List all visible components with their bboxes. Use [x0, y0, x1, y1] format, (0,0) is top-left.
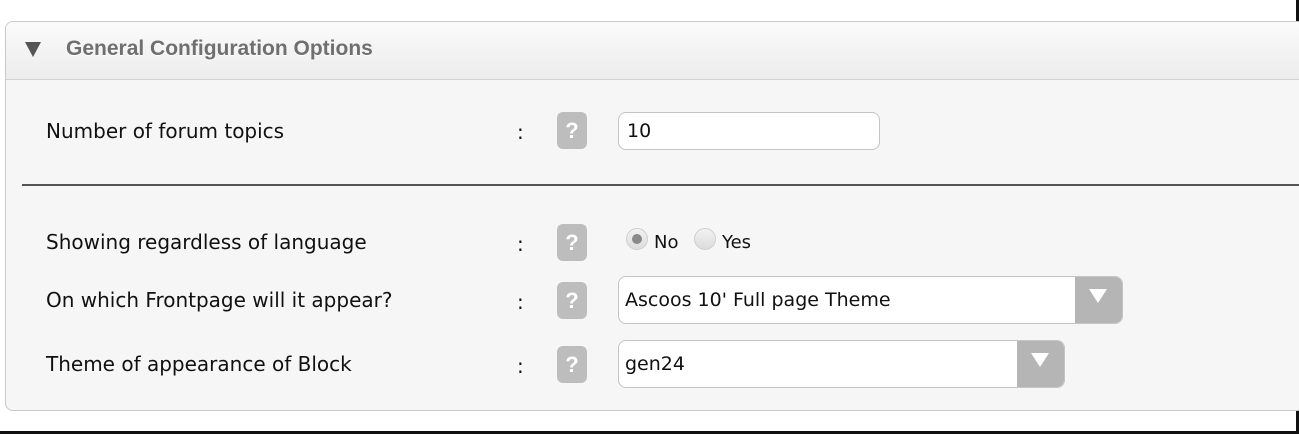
radio-no-label: No [654, 232, 679, 253]
help-question-icon[interactable]: ? [557, 282, 587, 319]
regardless-language-label: Showing regardless of language [46, 230, 367, 254]
colon: : [517, 232, 524, 256]
radio-yes[interactable] [694, 228, 716, 250]
dropdown-arrow-icon[interactable] [1075, 277, 1122, 323]
help-question-icon[interactable]: ? [557, 112, 587, 149]
radio-no[interactable] [626, 228, 648, 250]
frontpage-label: On which Frontpage will it appear? [46, 288, 393, 312]
help-question-icon[interactable]: ? [557, 346, 587, 383]
row-forum-topics: Number of forum topics : ? 10 [6, 110, 1299, 152]
row-frontpage: On which Frontpage will it appear? : ? A… [6, 276, 1299, 324]
panel-header[interactable]: General Configuration Options [6, 22, 1299, 80]
panel-title: General Configuration Options [66, 37, 373, 60]
dropdown-arrow-icon[interactable] [1017, 341, 1064, 387]
colon: : [517, 120, 524, 144]
colon: : [517, 290, 524, 314]
collapse-triangle-icon[interactable] [25, 40, 41, 58]
frontpage-select[interactable]: Ascoos 10' Full page Theme [618, 276, 1123, 324]
block-theme-selected-value: gen24 [625, 353, 685, 375]
row-block-theme: Theme of appearance of Block : ? gen24 [6, 340, 1299, 388]
radio-selected-dot [632, 234, 642, 244]
block-theme-label: Theme of appearance of Block [46, 352, 352, 376]
block-theme-select[interactable]: gen24 [618, 340, 1065, 388]
row-regardless-language: Showing regardless of language : ? No Ye… [6, 222, 1299, 264]
colon: : [517, 354, 524, 378]
forum-topics-label: Number of forum topics [46, 119, 285, 143]
forum-topics-input[interactable]: 10 [618, 112, 880, 150]
section-divider [22, 184, 1299, 186]
help-question-icon[interactable]: ? [557, 224, 587, 261]
radio-yes-label: Yes [722, 232, 752, 253]
config-panel: General Configuration Options Number of … [5, 21, 1299, 411]
frontpage-selected-value: Ascoos 10' Full page Theme [625, 289, 891, 311]
